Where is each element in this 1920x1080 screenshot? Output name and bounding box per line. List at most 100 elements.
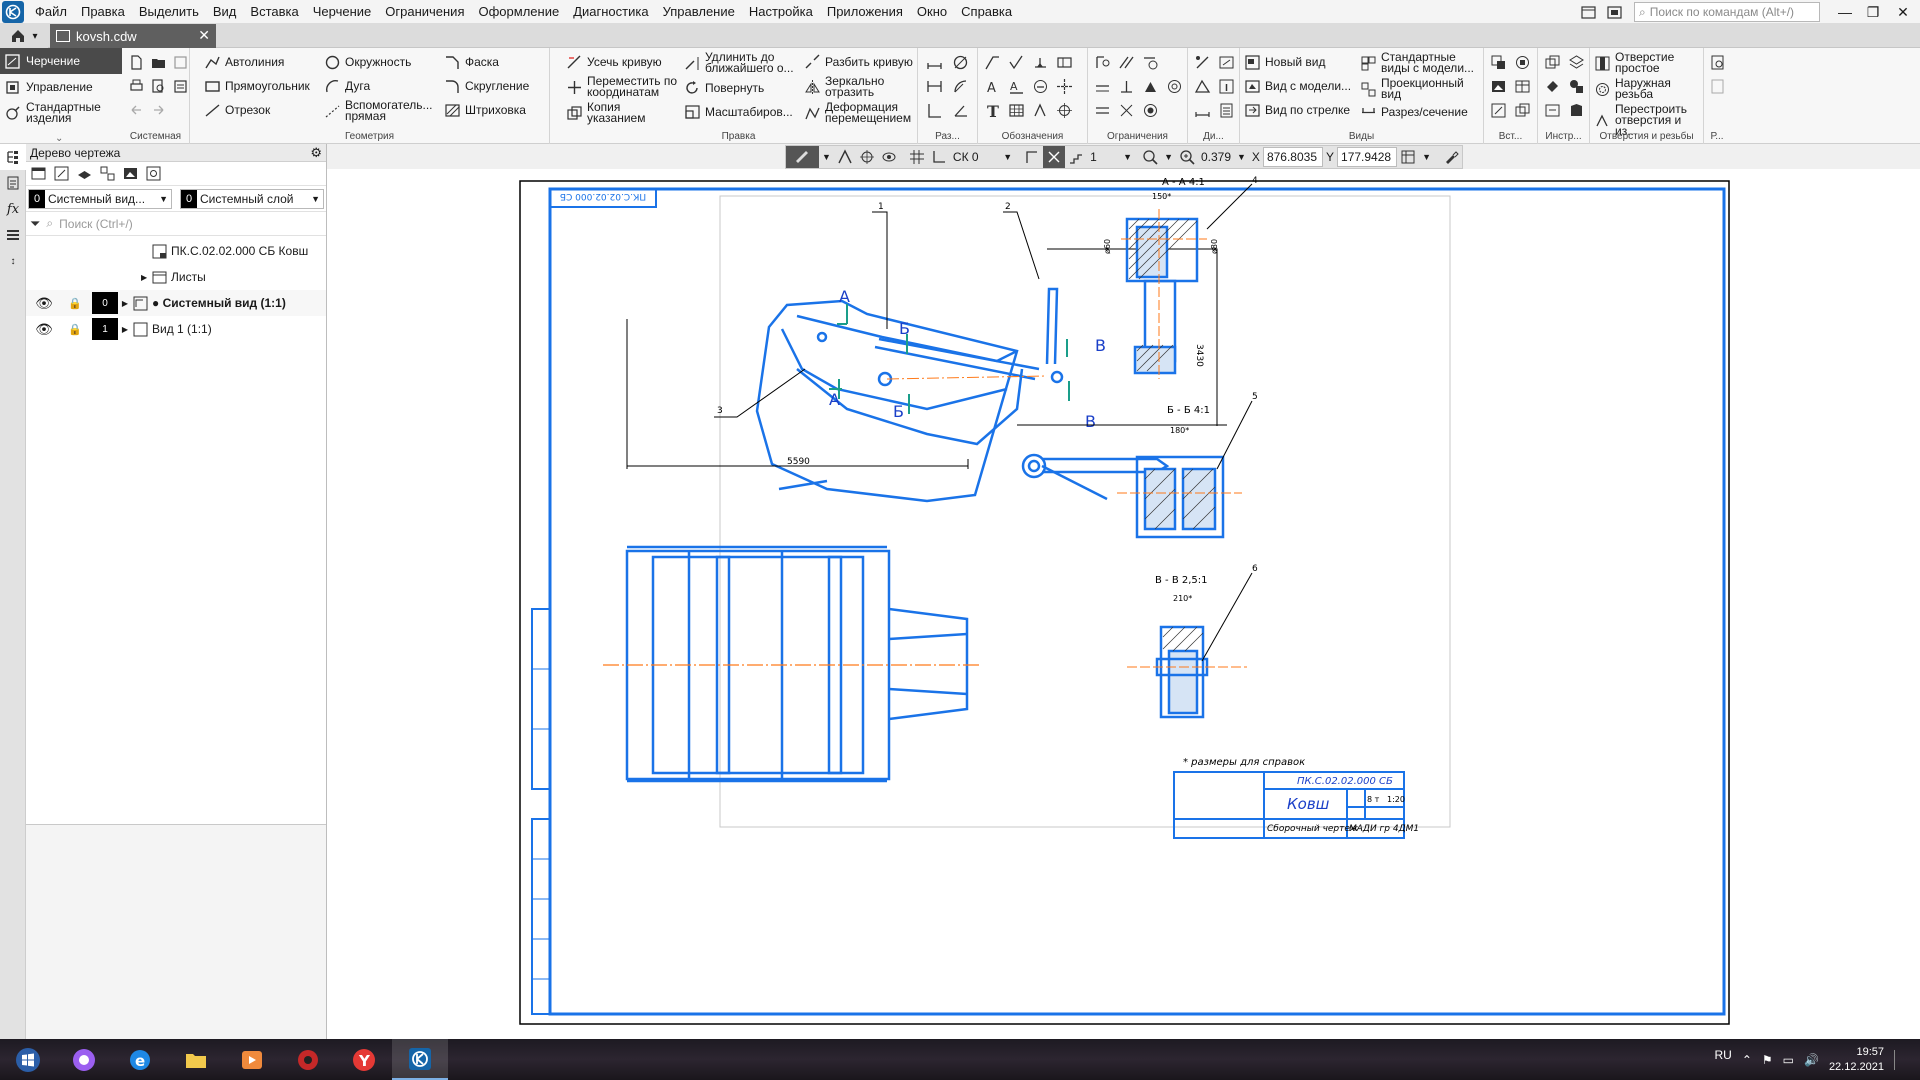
clock[interactable]: 19:57 22.12.2021 (1829, 1045, 1884, 1075)
step-icon[interactable] (1065, 146, 1087, 168)
cut-line-icon[interactable]: A (1006, 76, 1026, 96)
extend-button[interactable]: Удлинить до ближайшего о... (684, 51, 801, 74)
lock-icon[interactable]: 🔒 (58, 323, 92, 336)
layers-panel-icon[interactable] (0, 222, 26, 248)
drawing-sheet[interactable]: ПК.С.02.02.000 СБ А А Б Б В В 1 2 3 3430… (327, 169, 1920, 1039)
visibility-eye-icon[interactable]: 👁 (30, 321, 58, 338)
constraint-tangent-icon[interactable] (1140, 52, 1160, 72)
tree-view-item-1[interactable]: 👁 🔒 1 ▶ Вид 1 (1:1) (26, 316, 326, 342)
menu-apps[interactable]: Приложения (820, 0, 910, 24)
tool-shape-icon[interactable] (1566, 76, 1586, 96)
insert-view-icon[interactable] (1512, 52, 1532, 72)
linear-dim-icon[interactable] (924, 76, 944, 96)
model-view-button[interactable]: Вид с модели... (1244, 78, 1351, 95)
tree-settings-icon[interactable]: ⚙ (310, 145, 322, 161)
projection-view-button[interactable]: Проекционный вид (1360, 77, 1473, 100)
document-tab[interactable]: kovsh.cdw ✕ (50, 24, 216, 48)
constraint-fix-icon[interactable] (1092, 52, 1112, 72)
zoom-icon[interactable] (1176, 146, 1198, 168)
insert-link-icon[interactable] (1512, 100, 1532, 120)
diag-area-icon[interactable] (1192, 76, 1212, 96)
tree-settings2-icon[interactable] (145, 165, 162, 182)
tool-library-icon[interactable] (1566, 100, 1586, 120)
panel-icon[interactable] (1604, 2, 1624, 22)
undo-icon[interactable] (126, 100, 146, 120)
weld-icon[interactable] (1030, 100, 1050, 120)
arc-button[interactable]: Дуга (324, 78, 370, 95)
eyedropper-icon[interactable] (1440, 146, 1462, 168)
leader-icon[interactable] (982, 52, 1002, 72)
taskbar-ie[interactable]: e (112, 1039, 168, 1080)
tool-layers-icon[interactable] (1566, 52, 1586, 72)
tab-manage[interactable]: Управление (0, 74, 122, 100)
new-document-icon[interactable] (126, 52, 146, 72)
menu-settings[interactable]: Настройка (742, 0, 820, 24)
autoline-button[interactable]: Автолиния (204, 54, 284, 71)
tolerance-icon[interactable] (1054, 52, 1074, 72)
redo-icon[interactable] (148, 100, 168, 120)
x-coordinate-field[interactable]: 876.8035 (1262, 147, 1323, 167)
step-dropdown-icon[interactable]: ▼ (1120, 146, 1135, 168)
arrow-view-button[interactable]: Вид по стрелке (1244, 102, 1350, 119)
grid-icon[interactable] (906, 146, 928, 168)
y-coordinate-field[interactable]: 177.9428 (1337, 147, 1398, 167)
hatch-button[interactable]: Штриховка (444, 102, 526, 119)
menu-constraints[interactable]: Ограничения (378, 0, 471, 24)
start-button[interactable] (0, 1039, 56, 1080)
rectangle-button[interactable]: Прямоугольник (204, 78, 310, 95)
tree-image-icon[interactable] (122, 165, 139, 182)
restore-icon[interactable]: ❐ (1858, 2, 1888, 22)
coord-dropdown-icon[interactable]: ▼ (1419, 146, 1434, 168)
minimize-icon[interactable]: — (1830, 2, 1860, 22)
menu-edit[interactable]: Правка (74, 0, 132, 24)
insert-object-icon[interactable] (1488, 100, 1508, 120)
radial-dim-icon[interactable] (950, 76, 970, 96)
menu-diagnostics[interactable]: Диагностика (566, 0, 655, 24)
taskbar-media[interactable] (224, 1039, 280, 1080)
menu-help[interactable]: Справка (954, 0, 1019, 24)
expand-icon[interactable]: ▶ (118, 325, 132, 334)
language-indicator[interactable]: RU (1714, 1048, 1731, 1062)
print-icon[interactable] (126, 76, 146, 96)
expand-icon[interactable]: ▶ (118, 299, 132, 308)
tool-copy-icon[interactable] (1542, 52, 1562, 72)
cs-dropdown-icon[interactable]: ▼ (1000, 146, 1015, 168)
home-button[interactable]: ▾ (0, 24, 48, 48)
constraint-equal-icon[interactable] (1092, 100, 1112, 120)
insert-fragment-icon[interactable] (1488, 52, 1508, 72)
tab-standard-parts[interactable]: Стандартные изделия (0, 100, 122, 126)
eye-view-icon[interactable] (878, 146, 900, 168)
menu-window[interactable]: Окно (910, 0, 954, 24)
filter-dropdown-icon[interactable]: ▼ (819, 146, 834, 168)
tree-view-icon[interactable] (30, 165, 47, 182)
constraint-horizontal-icon[interactable] (1092, 76, 1112, 96)
break-curve-button[interactable]: Разбить кривую (804, 54, 913, 71)
tree-group-icon[interactable] (99, 165, 116, 182)
angle-dim-icon[interactable] (950, 100, 970, 120)
zoom-value[interactable]: 0.379 (1198, 146, 1234, 168)
view-select[interactable]: 0 Системный вид... ▼ (28, 188, 172, 209)
taskbar-game[interactable] (280, 1039, 336, 1080)
auto-dim-icon[interactable] (924, 52, 944, 72)
lock-icon[interactable]: 🔒 (58, 297, 92, 310)
table-icon[interactable] (1006, 100, 1026, 120)
zoom-window-icon[interactable] (1139, 146, 1161, 168)
sort-panel-icon[interactable]: ↕ (0, 248, 26, 274)
layout-icon[interactable] (1578, 2, 1598, 22)
cs-icon[interactable] (928, 146, 950, 168)
menu-file[interactable]: Файл (28, 0, 74, 24)
trim-button[interactable]: Усечь кривую (566, 54, 662, 71)
notifications-icon[interactable] (1894, 1049, 1908, 1070)
text-a-icon[interactable]: A (982, 76, 1002, 96)
tool-fill-icon[interactable] (1542, 76, 1562, 96)
constraint-perp-icon[interactable] (1116, 76, 1136, 96)
move-coords-button[interactable]: Переместить по координатам (566, 75, 687, 98)
tool-macro-icon[interactable] (1542, 100, 1562, 120)
variables-fx-icon[interactable]: fx (0, 196, 26, 222)
zoom-dropdown-icon[interactable]: ▼ (1234, 146, 1249, 168)
close-icon[interactable]: ✕ (1888, 2, 1918, 22)
cs-value[interactable]: СК 0 (950, 146, 1000, 168)
base-icon[interactable] (1030, 52, 1050, 72)
report-list-icon[interactable] (1707, 76, 1727, 96)
menu-select[interactable]: Выделить (132, 0, 206, 24)
